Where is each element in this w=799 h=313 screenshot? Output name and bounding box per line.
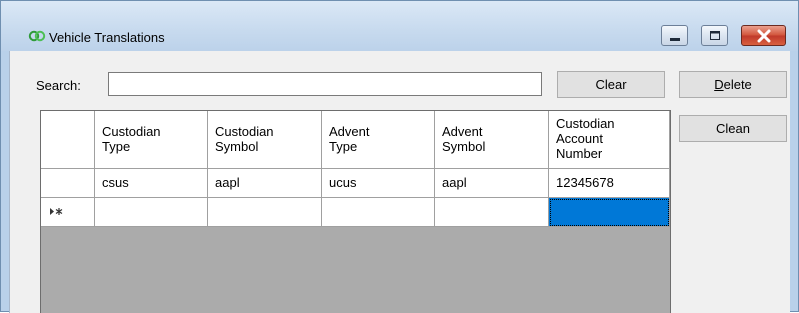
maximize-icon	[710, 31, 720, 40]
column-header-line: Custodian	[556, 116, 615, 131]
search-input[interactable]	[108, 72, 542, 96]
title-bar[interactable]: Vehicle Translations	[1, 1, 798, 51]
search-label: Search:	[36, 78, 81, 93]
table-cell[interactable]: ucus	[322, 169, 435, 198]
row-header[interactable]	[41, 169, 95, 198]
column-header-advent-type[interactable]: Advent Type	[322, 111, 435, 169]
cell-value: ucus	[329, 175, 357, 190]
column-header-custodian-account-number[interactable]: Custodian Account Number	[549, 111, 670, 169]
vehicle-translations-window: Vehicle Translations Search: Clear Delet…	[0, 0, 799, 313]
selected-cell[interactable]	[549, 198, 670, 227]
clean-button[interactable]: Clean	[679, 115, 787, 142]
delete-label: elete	[723, 77, 752, 92]
column-header-line: Advent	[329, 124, 370, 139]
translations-grid[interactable]: Custodian Type Custodian Symbol Advent T…	[40, 110, 671, 313]
vehicle-rings-icon	[28, 30, 46, 42]
new-row-indicator-icon	[50, 208, 63, 215]
delete-button[interactable]: Delete	[679, 71, 787, 98]
grid-corner-header[interactable]	[41, 111, 95, 169]
column-header-line: Symbol	[442, 139, 486, 154]
cell-value: aapl	[215, 175, 240, 190]
cell-value: csus	[102, 175, 129, 190]
column-header-line: Advent	[442, 124, 483, 139]
column-header-line: Type	[329, 139, 358, 154]
table-cell[interactable]	[435, 198, 549, 227]
table-cell[interactable]: csus	[95, 169, 208, 198]
delete-mnemonic: D	[714, 77, 724, 92]
column-header-line: Symbol	[215, 139, 259, 154]
cell-value: 12345678	[556, 175, 614, 190]
column-header-line: Number	[556, 146, 603, 161]
minimize-button[interactable]	[661, 25, 688, 46]
close-button[interactable]	[741, 25, 786, 46]
column-header-advent-symbol[interactable]: Advent Symbol	[435, 111, 549, 169]
close-icon	[757, 29, 771, 43]
table-cell[interactable]: aapl	[435, 169, 549, 198]
cell-value: aapl	[442, 175, 467, 190]
column-header-line: Custodian	[102, 124, 161, 139]
window-title: Vehicle Translations	[49, 30, 165, 45]
table-cell[interactable]	[322, 198, 435, 227]
client-area: Search: Clear Delete Clean Custodian Typ…	[9, 51, 790, 313]
column-header-line: Account	[556, 131, 603, 146]
column-header-custodian-symbol[interactable]: Custodian Symbol	[208, 111, 322, 169]
table-cell[interactable]: 12345678	[549, 169, 670, 198]
clear-button[interactable]: Clear	[557, 71, 665, 98]
table-cell[interactable]	[208, 198, 322, 227]
minimize-icon	[670, 38, 680, 41]
column-header-custodian-type[interactable]: Custodian Type	[95, 111, 208, 169]
column-header-line: Type	[102, 139, 131, 154]
table-cell[interactable]: aapl	[208, 169, 322, 198]
column-header-line: Custodian	[215, 124, 274, 139]
maximize-button[interactable]	[701, 25, 728, 46]
new-row-header[interactable]	[41, 198, 95, 227]
table-cell[interactable]	[95, 198, 208, 227]
